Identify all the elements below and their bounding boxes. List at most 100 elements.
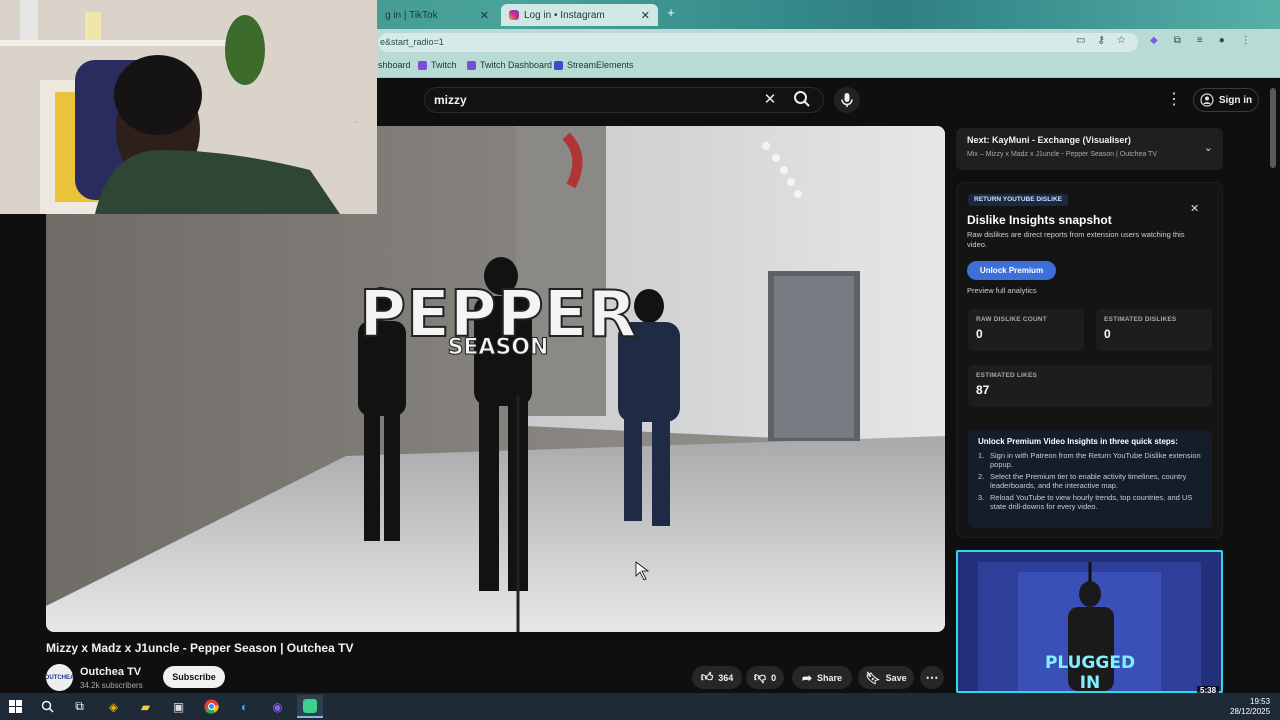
url-field[interactable]: e&start_radio=1 <box>378 33 1138 52</box>
stat-label: RAW DISLIKE COUNT <box>976 316 1047 323</box>
search-icon[interactable] <box>39 698 56 715</box>
video-overlay-subtitle: SEASON <box>448 335 549 360</box>
voice-search-icon[interactable] <box>834 87 860 113</box>
clock-time: 19:53 <box>1250 697 1271 706</box>
list-item: 3. Reload YouTube to view hourly trends, … <box>978 493 1202 511</box>
save-label: Save <box>885 672 907 683</box>
tab-label: g in | TikTok <box>385 9 438 21</box>
channel-avatar[interactable]: OUTCHEA <box>45 664 74 691</box>
edge-icon[interactable]: ◐ <box>236 698 253 715</box>
task-view-icon[interactable]: ⧉ <box>71 698 88 715</box>
media-icon[interactable]: ≡ <box>1197 35 1203 46</box>
dislike-button[interactable]: 👎︎ 0 <box>746 666 784 689</box>
account-icon <box>1200 93 1214 107</box>
stat-estimated-dislikes: ESTIMATED DISLIKES 0 <box>1096 309 1212 351</box>
file-explorer-icon[interactable]: ▰ <box>137 698 154 715</box>
stat-estimated-likes: ESTIMATED LIKES 87 <box>968 365 1212 407</box>
page-scrollbar[interactable] <box>1270 88 1276 168</box>
instagram-icon <box>509 10 519 20</box>
subscribe-button[interactable]: Subscribe <box>163 666 225 688</box>
extension-icon[interactable]: ◆ <box>1150 35 1158 46</box>
windows-start-icon[interactable] <box>7 698 24 715</box>
premium-steps-box: Unlock Premium Video Insights in three q… <box>968 430 1212 528</box>
settings-menu-icon[interactable]: ⋮ <box>1166 89 1182 109</box>
extension-badge: RETURN YOUTUBE DISLIKE <box>968 194 1068 206</box>
close-icon[interactable]: ✕ <box>1190 202 1199 215</box>
up-next-subtitle: Mix – Mizzy x Madz x J1uncle - Pepper Se… <box>967 151 1157 158</box>
close-icon[interactable]: ✕ <box>641 9 650 22</box>
step-text: Reload YouTube to view hourly trends, to… <box>990 493 1193 511</box>
menu-dots-icon[interactable]: ⋮ <box>1241 35 1251 46</box>
step-text: Sign in with Patreon from the Return You… <box>990 451 1201 469</box>
clear-search-icon[interactable]: ✕ <box>762 90 778 108</box>
bookmark-label: Twitch <box>431 60 457 70</box>
bookmark-label: Twitch Dashboard <box>480 60 553 70</box>
address-bar-icons: ▭ ⚷ ☆ <box>1076 35 1126 46</box>
search-icon[interactable] <box>792 89 812 109</box>
bookmark-item[interactable]: StreamElements <box>554 60 634 70</box>
stat-value: 0 <box>1104 327 1111 341</box>
tab-label: Log in • Instagram <box>524 9 605 21</box>
bookmark-label: shboard <box>378 60 411 70</box>
copilot-icon[interactable]: ◈ <box>105 698 122 715</box>
steps-title: Unlock Premium Video Insights in three q… <box>978 437 1178 446</box>
list-item: 2. Select the Premium tier to enable acti… <box>978 472 1202 490</box>
extension-icons: ◆ ⧉ ≡ ● ⋮ <box>1150 35 1251 46</box>
password-key-icon[interactable]: ⚷ <box>1097 35 1104 46</box>
thumbnail-text: IN <box>1080 673 1101 691</box>
share-button[interactable]: ➦ Share <box>792 666 852 689</box>
save-button[interactable]: 🔖︎ Save <box>858 666 914 689</box>
screen-cast-icon[interactable]: ▭ <box>1076 35 1085 46</box>
dislike-count: 0 <box>771 672 777 683</box>
chrome-icon[interactable] <box>203 698 220 715</box>
bookmark-icon: 🔖︎ <box>865 670 881 685</box>
tab-instagram[interactable]: Log in • Instagram ✕ <box>501 4 658 26</box>
stat-value: 0 <box>976 327 983 341</box>
channel-name[interactable]: Outchea TV <box>80 666 141 678</box>
bookmark-item[interactable]: Twitch <box>418 60 457 70</box>
streamelements-icon <box>554 60 563 70</box>
profile-icon[interactable]: ● <box>1219 35 1225 46</box>
sign-in-button[interactable]: Sign in <box>1193 88 1259 112</box>
chevron-down-icon[interactable]: ⌄ <box>1204 141 1213 154</box>
close-icon[interactable]: ✕ <box>480 9 489 22</box>
windows-taskbar <box>0 693 1280 720</box>
store-icon[interactable]: ▣ <box>170 698 187 715</box>
share-label: Share <box>817 672 843 683</box>
bookmark-item[interactable]: Twitch Dashboard <box>467 60 552 70</box>
active-app-icon[interactable] <box>297 695 323 718</box>
tab-tiktok[interactable]: g in | TikTok ✕ <box>377 4 497 26</box>
panel-heading: Dislike Insights snapshot <box>967 213 1112 227</box>
bookmark-label: StreamElements <box>567 60 634 70</box>
webcam-overlay: · <box>0 0 377 214</box>
sign-in-label: Sign in <box>1218 94 1253 106</box>
clock-date: 28/12/2025 <box>1230 707 1271 716</box>
step-text: Select the Premium tier to enable activi… <box>990 472 1187 490</box>
new-tab-icon[interactable]: + <box>664 6 678 20</box>
system-clock[interactable]: 19:53 28/12/2025 <box>1230 697 1270 717</box>
video-title: Mizzy x Madz x J1uncle - Pepper Season |… <box>46 641 354 655</box>
steps-list: 1. Sign in with Patreon from the Return Y… <box>978 451 1202 511</box>
share-icon: ➦ <box>801 670 813 685</box>
stat-raw-dislikes: RAW DISLIKE COUNT 0 <box>968 309 1084 351</box>
puzzle-icon[interactable]: ⧉ <box>1174 35 1181 46</box>
stat-label: ESTIMATED LIKES <box>976 372 1038 379</box>
up-next-title: Next: KayMuni - Exchange (Visualiser) <box>967 135 1131 145</box>
more-actions-icon[interactable]: ⋯ <box>920 666 944 689</box>
webcam-feed: · <box>0 0 377 214</box>
svg-text:·: · <box>355 118 358 127</box>
up-next-panel[interactable]: Next: KayMuni - Exchange (Visualiser) Mi… <box>956 128 1223 170</box>
like-button[interactable]: 👍︎ 364 <box>692 666 742 689</box>
twitch-icon <box>467 60 476 70</box>
bookmark-item[interactable]: shboard <box>378 60 411 70</box>
subscriber-count: 34.2k subscribers <box>80 681 143 690</box>
panel-description: Raw dislikes are direct reports from ext… <box>967 230 1185 249</box>
discord-icon[interactable]: ◉ <box>269 698 286 715</box>
preview-analytics-link[interactable]: Preview full analytics <box>967 286 1037 295</box>
like-count: 364 <box>718 672 734 683</box>
unlock-premium-button[interactable]: Unlock Premium <box>967 261 1056 280</box>
bookmark-star-icon[interactable]: ☆ <box>1117 35 1126 46</box>
thumbnail-image: PLUGGED IN <box>958 552 1221 691</box>
thumbnail-text: PLUGGED <box>1045 653 1135 673</box>
recommended-video-thumbnail[interactable]: PLUGGED IN <box>956 550 1223 693</box>
